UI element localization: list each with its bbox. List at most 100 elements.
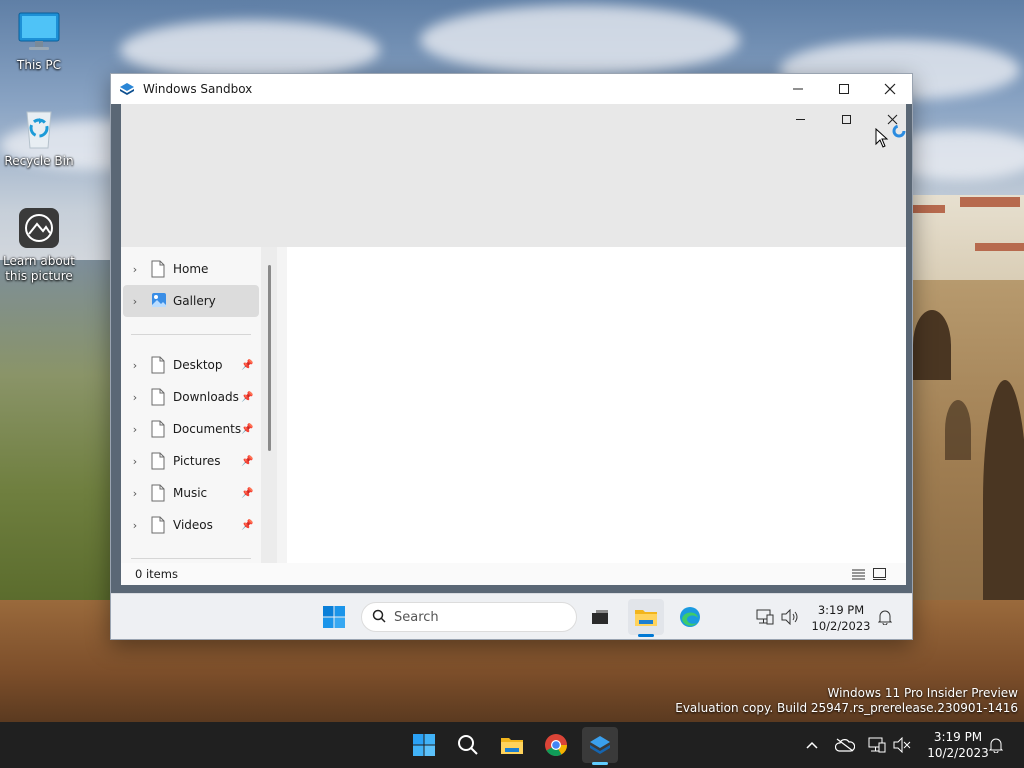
maximize-icon [839,84,849,94]
nav-item-gallery[interactable]: › Gallery [123,285,259,317]
chevron-right-icon[interactable]: › [123,263,147,276]
file-icon [151,484,167,502]
pin-icon[interactable]: 📌 [241,456,257,467]
nav-item-label: Videos [173,518,213,532]
chevron-right-icon[interactable]: › [123,423,147,436]
sandbox-file-explorer-button[interactable] [628,599,664,635]
folder-icon [635,610,657,626]
status-bar: 0 items [121,563,906,585]
active-app-indicator [592,762,608,765]
close-icon [887,114,897,124]
search-button[interactable] [450,727,486,763]
minimize-icon [795,118,805,120]
chrome-button[interactable] [538,727,574,763]
gallery-icon [151,292,167,310]
sandbox-close-button[interactable] [867,74,913,104]
task-view-icon [592,610,608,624]
nav-item-music[interactable]: › Music 📌 [123,477,259,509]
sandbox-notifications-button[interactable] [867,599,903,635]
nav-item-documents[interactable]: › Documents 📌 [123,413,259,445]
sandbox-start-button[interactable] [316,599,352,635]
nav-item-home[interactable]: › Home [123,253,259,285]
windows-logo-icon [323,606,345,628]
sandbox-volume-button[interactable] [772,599,808,635]
file-icon [151,356,167,374]
nav-item-label: Gallery [173,294,216,308]
nav-item-label: Home [173,262,209,276]
volume-button[interactable] [884,727,920,763]
search-icon [458,735,478,755]
folder-icon [501,738,523,754]
desktop-icon-label: Learn about this picture [3,254,75,283]
chevron-right-icon[interactable]: › [123,391,147,404]
windows-sandbox-taskbar-button[interactable] [582,727,618,763]
onedrive-button[interactable] [827,727,863,763]
file-explorer-button[interactable] [494,727,530,763]
nav-separator [131,558,251,559]
details-view-button[interactable] [850,567,866,581]
nav-item-downloads[interactable]: › Downloads 📌 [123,381,259,413]
pin-icon[interactable]: 📌 [241,424,257,435]
pin-icon[interactable]: 📌 [241,392,257,403]
sandbox-search-box[interactable]: Search [361,602,577,632]
pin-icon[interactable]: 📌 [241,360,257,371]
busy-spinner-icon [892,124,906,138]
nav-item-label: Pictures [173,454,221,468]
chevron-right-icon[interactable]: › [123,519,147,532]
sandbox-task-view-button[interactable] [582,599,618,635]
tiles-view-button[interactable] [871,567,887,581]
chevron-right-icon[interactable]: › [123,487,147,500]
home-page-icon [151,260,167,278]
sandbox-clock[interactable]: 3:19 PM 10/2/2023 [806,602,876,634]
sandbox-time: 3:19 PM [817,603,865,617]
desktop-icon-learn-about-picture[interactable]: Learn about this picture [0,206,79,284]
sandbox-logo-icon [119,81,135,97]
bell-icon [878,610,892,625]
windows-logo-icon [413,734,435,756]
item-count: 0 items [135,567,178,581]
mouse-cursor-icon [875,127,889,148]
nav-scrollbar-thumb[interactable] [268,265,271,451]
chevron-right-icon[interactable]: › [123,455,147,468]
sandbox-minimize-button[interactable] [775,74,821,104]
notifications-button[interactable] [978,727,1014,763]
evaluation-watermark: Windows 11 Pro Insider Preview Evaluatio… [675,686,1018,716]
explorer-maximize-button[interactable] [823,104,869,134]
monitor-icon [17,10,61,54]
file-icon [151,452,167,470]
sandbox-maximize-button[interactable] [821,74,867,104]
desktop-icon-this-pc[interactable]: This PC [0,10,79,73]
nav-item-videos[interactable]: › Videos 📌 [123,509,259,541]
show-hidden-icons-button[interactable] [794,727,830,763]
start-button[interactable] [406,727,442,763]
pin-icon[interactable]: 📌 [241,520,257,531]
close-icon [884,83,896,95]
chrome-browser-icon [545,734,567,756]
sandbox-date: 10/2/2023 [811,619,871,633]
sandbox-active-indicator [638,634,654,637]
speaker-muted-icon [893,737,911,753]
search-icon [372,609,386,626]
bell-icon [989,738,1003,753]
chevron-right-icon[interactable]: › [123,295,147,308]
pin-icon[interactable]: 📌 [241,488,257,499]
wallpaper-cloud [420,5,740,75]
desktop-icon-recycle-bin[interactable]: Recycle Bin [0,106,79,169]
watermark-build: Evaluation copy. Build 25947.rs_prerelea… [675,701,1018,715]
file-icon [151,516,167,534]
nav-item-label: Music [173,486,208,500]
sandbox-window: Windows Sandbox › Home › Gallery › Deskt… [110,73,913,640]
explorer-minimize-button[interactable] [777,104,823,134]
chevron-right-icon[interactable]: › [123,359,147,372]
nav-item-pictures[interactable]: › Pictures 📌 [123,445,259,477]
nav-item-desktop[interactable]: › Desktop 📌 [123,349,259,381]
desktop-icon-label: Recycle Bin [4,154,74,168]
file-explorer-window: › Home › Gallery › Desktop 📌 › Downloads… [121,104,906,585]
watermark-edition: Windows 11 Pro Insider Preview [827,686,1018,700]
sandbox-taskbar: Search 3:19 PM 10/2/2023 [111,593,912,639]
recycle-bin-icon [17,106,61,150]
nav-item-label: Desktop [173,358,223,372]
sandbox-edge-button[interactable] [672,599,708,635]
navigation-pane: › Home › Gallery › Desktop 📌 › Downloads… [121,247,273,563]
host-taskbar: 3:19 PM 10/2/2023 [0,722,1024,768]
